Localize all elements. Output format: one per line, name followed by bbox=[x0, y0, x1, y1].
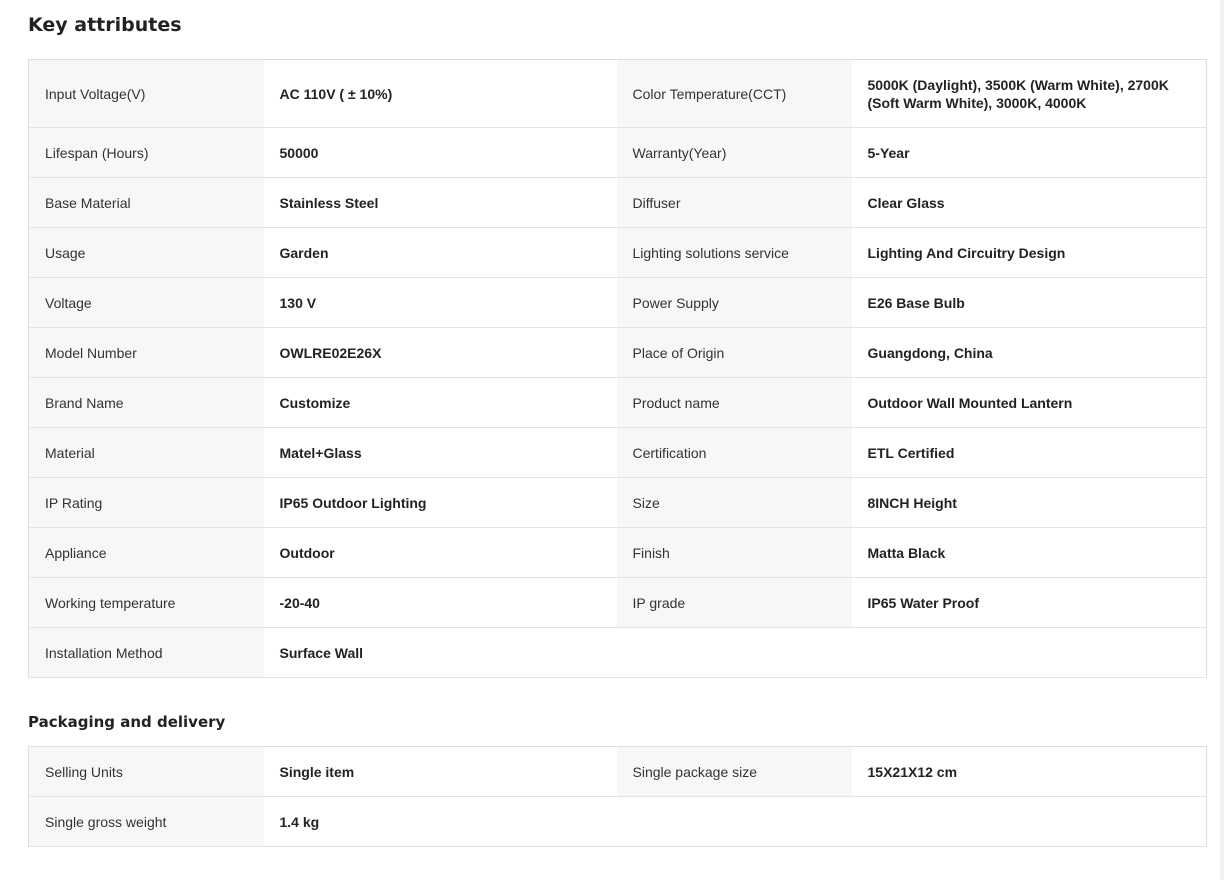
empty-cell bbox=[616, 627, 1207, 678]
attribute-label: Usage bbox=[28, 227, 264, 278]
attribute-row: Material Matel+Glass Certification ETL C… bbox=[28, 427, 1207, 478]
attribute-row: Appliance Outdoor Finish Matta Black bbox=[28, 527, 1207, 578]
attribute-row: Base Material Stainless Steel Diffuser C… bbox=[28, 177, 1207, 228]
attribute-label: Place of Origin bbox=[616, 327, 852, 378]
attribute-value: -20-40 bbox=[263, 577, 617, 628]
attribute-label: Selling Units bbox=[28, 746, 264, 797]
attribute-value: IP65 Outdoor Lighting bbox=[263, 477, 617, 528]
key-attributes-title: Key attributes bbox=[28, 14, 182, 36]
attribute-label: IP Rating bbox=[28, 477, 264, 528]
attribute-value: Matta Black bbox=[851, 527, 1207, 578]
attribute-row: Model Number OWLRE02E26X Place of Origin… bbox=[28, 327, 1207, 378]
attribute-value: Outdoor bbox=[263, 527, 617, 578]
attribute-label: Product name bbox=[616, 377, 852, 428]
attribute-row: Working temperature -20-40 IP grade IP65… bbox=[28, 577, 1207, 628]
packaging-delivery-table: Selling Units Single item Single package… bbox=[28, 746, 1207, 847]
attribute-value: Guangdong, China bbox=[851, 327, 1207, 378]
attribute-label: Base Material bbox=[28, 177, 264, 228]
attribute-row: Selling Units Single item Single package… bbox=[28, 746, 1207, 797]
attribute-label: Lighting solutions service bbox=[616, 227, 852, 278]
attribute-label: Model Number bbox=[28, 327, 264, 378]
attribute-value: Outdoor Wall Mounted Lantern bbox=[851, 377, 1207, 428]
attribute-label: Single package size bbox=[616, 746, 852, 797]
attribute-label: Color Temperature(CCT) bbox=[616, 59, 852, 128]
attribute-row: Lifespan (Hours) 50000 Warranty(Year) 5-… bbox=[28, 127, 1207, 178]
attribute-value: Customize bbox=[263, 377, 617, 428]
attribute-value: ETL Certified bbox=[851, 427, 1207, 478]
attribute-value: E26 Base Bulb bbox=[851, 277, 1207, 328]
attribute-value: Lighting And Circuitry Design bbox=[851, 227, 1207, 278]
attribute-value: 5000K (Daylight), 3500K (Warm White), 27… bbox=[851, 59, 1207, 128]
attribute-value: Surface Wall bbox=[263, 627, 617, 678]
attribute-label: Material bbox=[28, 427, 264, 478]
attribute-label: Finish bbox=[616, 527, 852, 578]
attribute-value: 5-Year bbox=[851, 127, 1207, 178]
attribute-value: AC 110V ( ± 10%) bbox=[263, 59, 617, 128]
attribute-row: Single gross weight 1.4 kg bbox=[28, 796, 1207, 847]
attribute-label: Voltage bbox=[28, 277, 264, 328]
attribute-label: Warranty(Year) bbox=[616, 127, 852, 178]
attribute-row: Input Voltage(V) AC 110V ( ± 10%) Color … bbox=[28, 59, 1207, 128]
attribute-label: Input Voltage(V) bbox=[28, 59, 264, 128]
attribute-label: Lifespan (Hours) bbox=[28, 127, 264, 178]
attribute-row: Brand Name Customize Product name Outdoo… bbox=[28, 377, 1207, 428]
attribute-label: Working temperature bbox=[28, 577, 264, 628]
attribute-value: 50000 bbox=[263, 127, 617, 178]
attribute-value: 8INCH Height bbox=[851, 477, 1207, 528]
attribute-value: IP65 Water Proof bbox=[851, 577, 1207, 628]
attribute-value: Clear Glass bbox=[851, 177, 1207, 228]
attribute-value: OWLRE02E26X bbox=[263, 327, 617, 378]
page-right-edge bbox=[1220, 0, 1224, 880]
attribute-value: 130 V bbox=[263, 277, 617, 328]
empty-cell bbox=[616, 796, 1207, 847]
attribute-value: Matel+Glass bbox=[263, 427, 617, 478]
attribute-label: Size bbox=[616, 477, 852, 528]
attribute-value: 1.4 kg bbox=[263, 796, 617, 847]
attribute-label: Installation Method bbox=[28, 627, 264, 678]
attribute-label: Power Supply bbox=[616, 277, 852, 328]
attribute-label: Appliance bbox=[28, 527, 264, 578]
attribute-row: Installation Method Surface Wall bbox=[28, 627, 1207, 678]
packaging-delivery-title: Packaging and delivery bbox=[28, 713, 226, 731]
attribute-value: 15X21X12 cm bbox=[851, 746, 1207, 797]
attribute-label: Brand Name bbox=[28, 377, 264, 428]
attribute-label: Single gross weight bbox=[28, 796, 264, 847]
attribute-label: Diffuser bbox=[616, 177, 852, 228]
attribute-row: Usage Garden Lighting solutions service … bbox=[28, 227, 1207, 278]
attribute-label: IP grade bbox=[616, 577, 852, 628]
key-attributes-table: Input Voltage(V) AC 110V ( ± 10%) Color … bbox=[28, 59, 1207, 678]
attribute-value: Single item bbox=[263, 746, 617, 797]
attribute-value: Garden bbox=[263, 227, 617, 278]
attribute-value: Stainless Steel bbox=[263, 177, 617, 228]
attribute-label: Certification bbox=[616, 427, 852, 478]
attribute-row: Voltage 130 V Power Supply E26 Base Bulb bbox=[28, 277, 1207, 328]
attribute-row: IP Rating IP65 Outdoor Lighting Size 8IN… bbox=[28, 477, 1207, 528]
